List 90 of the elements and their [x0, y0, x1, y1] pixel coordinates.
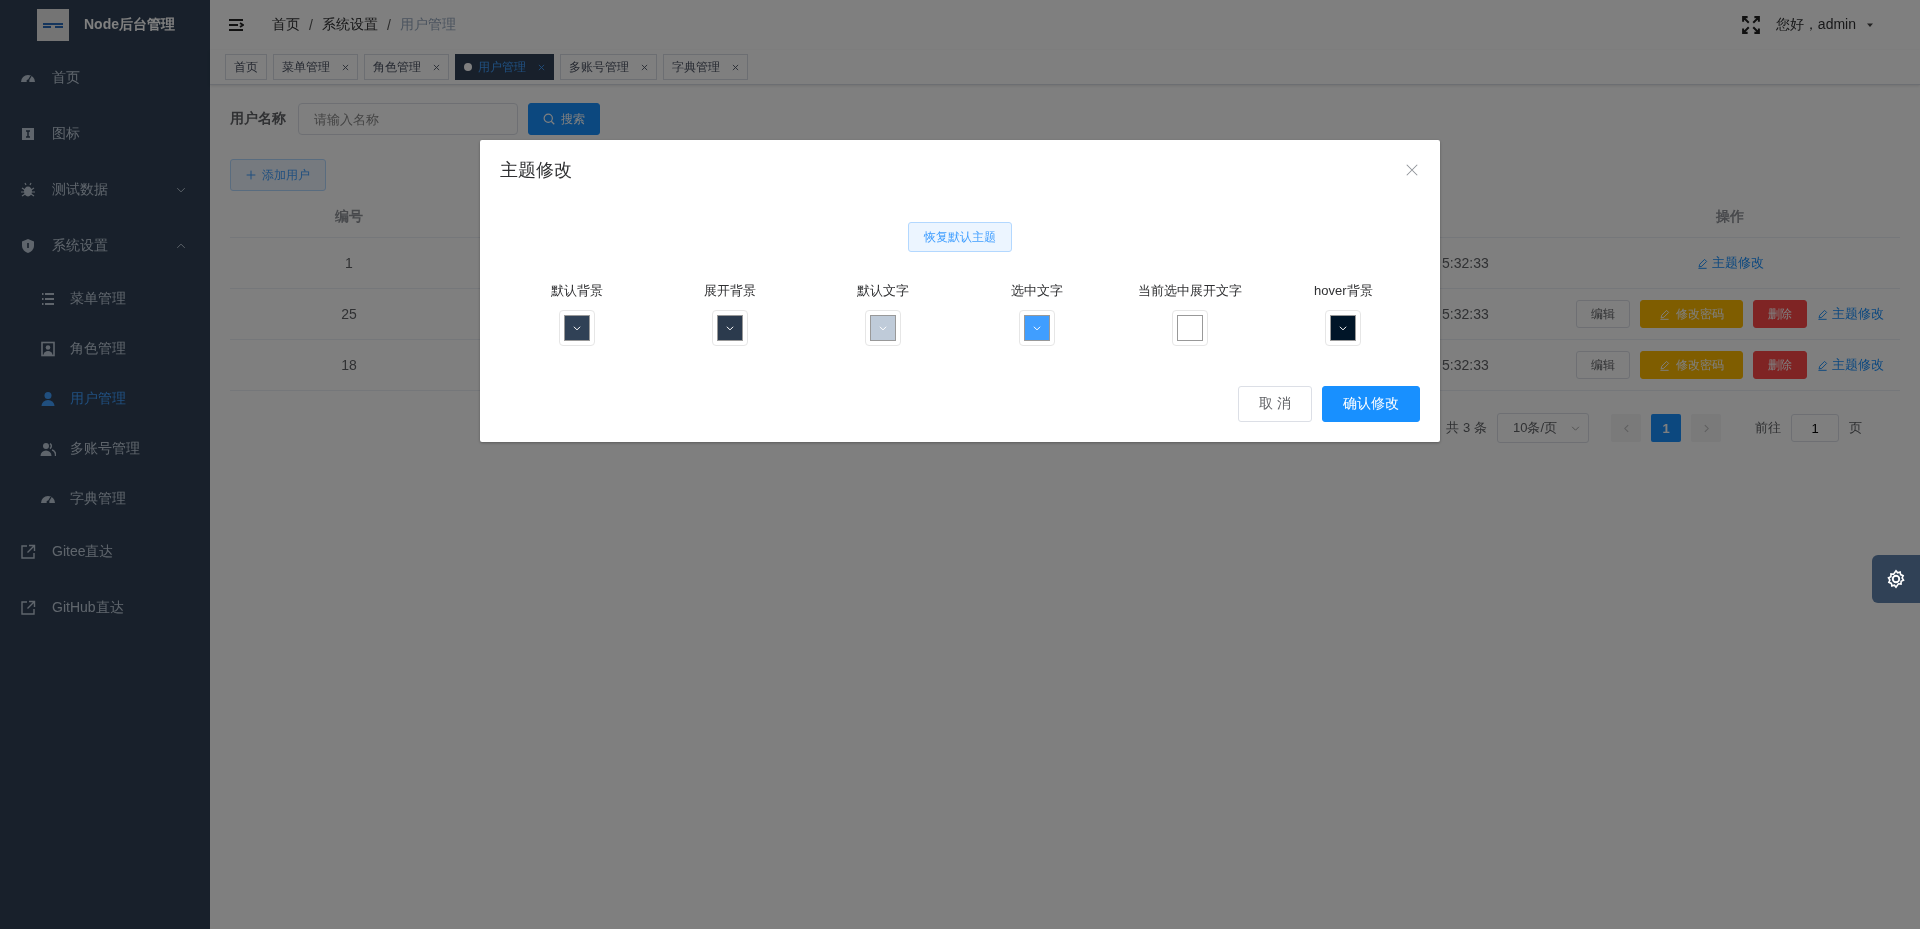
tab[interactable]: 用户管理 — [455, 54, 554, 80]
sidebar-item[interactable]: 多账号管理 — [0, 424, 210, 474]
swatch-label: hover背景 — [1314, 282, 1373, 300]
sidebar-item[interactable]: 角色管理 — [0, 324, 210, 374]
table-cell-text: 25 — [340, 306, 358, 322]
tab[interactable]: 多账号管理 — [560, 54, 657, 80]
pencil-icon — [1817, 359, 1828, 371]
edit-button[interactable]: 编辑 — [1576, 351, 1630, 379]
sidebar-item[interactable]: 用户管理 — [0, 374, 210, 424]
sidebar-item[interactable]: 字典管理 — [0, 474, 210, 524]
swatch-label: 展开背景 — [704, 282, 756, 300]
list-icon — [40, 291, 56, 307]
swatch-label: 选中文字 — [1010, 282, 1063, 300]
page-size-select[interactable]: 10条/页 — [1496, 413, 1589, 443]
pencil-icon — [1659, 359, 1670, 371]
settings-button[interactable] — [1872, 555, 1920, 603]
chevron-icon — [878, 323, 889, 333]
tab[interactable]: 菜单管理 — [273, 54, 358, 80]
active-dot-icon — [464, 63, 472, 71]
edit-button[interactable]: 编辑 — [1576, 300, 1630, 328]
swatch-label: 默认背景 — [550, 282, 603, 300]
sidebar-item[interactable]: 系统设置 — [0, 218, 210, 274]
change-password-button[interactable]: 修改密码 — [1640, 300, 1743, 328]
caret-icon — [1866, 21, 1874, 29]
sidebar-item[interactable]: Gitee直达 — [0, 524, 210, 580]
pencil-icon — [1817, 308, 1828, 320]
fullscreen-icon — [1741, 16, 1760, 34]
pencil-icon — [1696, 257, 1708, 269]
total-count: 共 3 条 — [1446, 419, 1487, 437]
field-label: 用户名称 — [230, 110, 286, 128]
dialog-title: 主题修改 — [500, 159, 572, 182]
breadcrumb-link[interactable]: 系统设置 — [321, 16, 378, 34]
delete-button[interactable]: 删除 — [1753, 351, 1807, 379]
chevron-left-icon — [1621, 423, 1631, 433]
swatch-label: 当前选中展开文字 — [1138, 282, 1242, 300]
tab[interactable]: 字典管理 — [663, 54, 748, 80]
portrait-icon — [40, 341, 56, 357]
table-cell-text: 5:32:33 — [1442, 255, 1490, 271]
breadcrumb-separator: / — [386, 17, 391, 33]
change-password-button[interactable]: 修改密码 — [1640, 351, 1743, 379]
chevron-icon — [1338, 323, 1349, 333]
sidebar-item[interactable]: GitHub直达 — [0, 580, 210, 636]
confirm-button[interactable]: 确认修改 — [1322, 386, 1420, 422]
chevron-icon — [1031, 323, 1042, 333]
theme-edit-link[interactable]: 主题修改 — [1817, 305, 1884, 323]
logo-icon — [37, 9, 69, 41]
theme-edit-link[interactable]: 主题修改 — [1696, 254, 1764, 272]
external-link-icon — [20, 600, 36, 616]
tab[interactable]: 角色管理 — [364, 54, 449, 80]
users-icon — [40, 441, 56, 457]
sidebar-item[interactable]: 首页 — [0, 50, 210, 106]
cancel-button[interactable]: 取 消 — [1238, 386, 1312, 422]
reset-theme-button[interactable]: 恢复默认主题 — [908, 222, 1012, 252]
page-jump-field[interactable]: 1 — [1791, 414, 1839, 442]
swatch-label: 默认文字 — [857, 282, 910, 300]
chevron-icon — [571, 323, 582, 333]
letter-block-icon — [20, 126, 36, 142]
external-link-icon — [20, 544, 36, 560]
menu-icon — [228, 17, 244, 33]
breadcrumb-separator: / — [309, 17, 313, 33]
search-icon — [543, 113, 555, 125]
breadcrumb-link[interactable]: 首页 — [272, 16, 300, 34]
table-cell-text: 1 — [344, 255, 354, 271]
table-cell-text: 18 — [340, 357, 358, 373]
chevron-icon — [725, 323, 735, 333]
sidebar-item[interactable]: 测试数据 — [0, 162, 210, 218]
add-user-button[interactable]: 添加用户 — [230, 159, 326, 191]
tab[interactable]: 首页 — [225, 54, 267, 80]
user-icon — [40, 391, 56, 407]
table-cell-text: 5:32:33 — [1442, 357, 1490, 373]
user-menu[interactable]: 您好，admin — [1775, 16, 1874, 34]
close-button[interactable] — [1406, 164, 1418, 176]
gear-icon — [1886, 569, 1906, 589]
table-cell-text: 5:32:33 — [1442, 306, 1490, 322]
close-icon — [1406, 164, 1418, 176]
chevron-right-icon — [1701, 423, 1711, 433]
theme-edit-link[interactable]: 主题修改 — [1817, 356, 1884, 374]
sidebar-item[interactable]: 菜单管理 — [0, 274, 210, 324]
sidebar-item[interactable]: 图标 — [0, 106, 210, 162]
chevron-icon — [1571, 423, 1580, 433]
search-button[interactable]: 搜索 — [528, 103, 600, 135]
pencil-icon — [1659, 308, 1670, 320]
app-title: Node后台管理 — [84, 16, 175, 34]
plus-icon — [246, 170, 256, 180]
page-suffix: 页 — [1849, 419, 1862, 437]
delete-button[interactable]: 删除 — [1753, 300, 1807, 328]
page-number[interactable]: 1 — [1651, 414, 1681, 442]
goto-label: 前往 — [1755, 419, 1781, 437]
bug-icon — [20, 182, 36, 198]
shield-icon — [20, 238, 36, 254]
